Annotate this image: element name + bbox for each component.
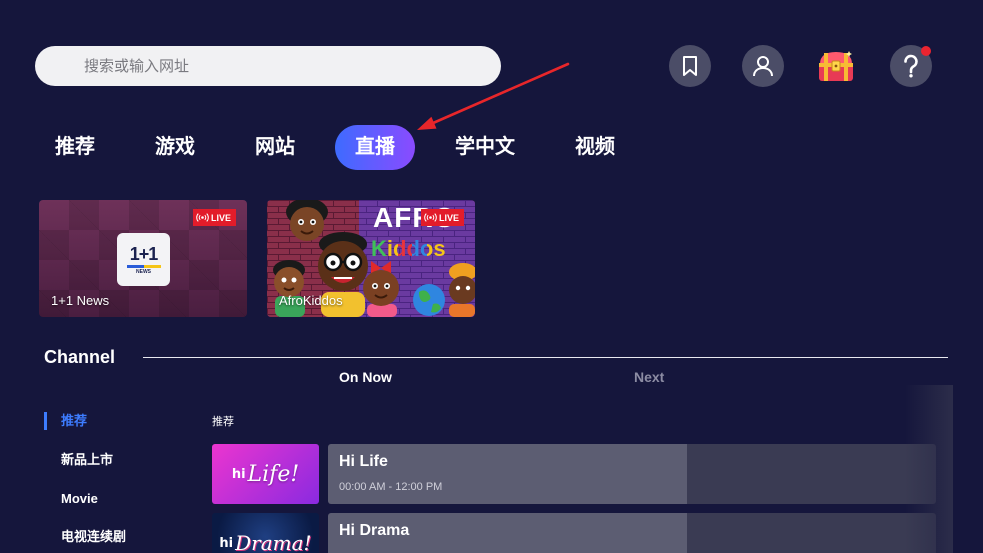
treasure-chest-icon[interactable] <box>816 49 856 83</box>
help-icon <box>904 54 918 78</box>
cartoon-kid <box>449 263 475 317</box>
live-badge-label: LIVE <box>211 212 232 223</box>
logo-prefix: hi <box>231 466 246 482</box>
broadcast-icon <box>424 213 437 222</box>
cartoon-kid <box>273 260 305 317</box>
program-title: Hi Drama <box>339 522 410 539</box>
section-label: 推荐 <box>212 416 234 428</box>
category-tabs: 推荐 游戏 网站 直播 学中文 视频 <box>35 125 635 170</box>
category-movie[interactable]: Movie <box>61 491 98 507</box>
category-tv-series[interactable]: 电视连续剧 <box>61 529 126 545</box>
next-program[interactable] <box>687 444 936 504</box>
logo-subtext: NEWS <box>136 268 151 275</box>
live-badge-label: LIVE <box>439 212 460 223</box>
app-screen: 推荐 游戏 网站 直播 学中文 视频 1+1 NEWS LIVE 1+1 New… <box>0 0 983 553</box>
program-title: Hi Life <box>339 453 388 470</box>
next-column-header: Next <box>634 369 665 385</box>
tab-live[interactable]: 直播 <box>335 125 415 170</box>
program-time: 00:00 AM - 12:00 PM <box>339 481 443 493</box>
live-card-afrokiddos[interactable]: AFRO Kiddos LIVE AfroKiddos <box>267 200 475 317</box>
bookmark-icon <box>683 56 697 76</box>
logo-name: Drama! <box>235 531 312 553</box>
scroll-fade <box>905 385 953 553</box>
category-new-arrivals[interactable]: 新品上市 <box>61 452 113 468</box>
logo-text: 1+1 <box>129 243 159 264</box>
tab-recommended[interactable]: 推荐 <box>35 125 115 170</box>
notification-dot <box>921 46 931 56</box>
bookmark-button[interactable] <box>669 45 711 87</box>
active-category-indicator <box>44 412 47 430</box>
category-recommended[interactable]: 推荐 <box>61 413 87 429</box>
live-badge: LIVE <box>421 209 464 226</box>
tab-websites[interactable]: 网站 <box>235 125 315 170</box>
afrokiddos-logo-bottom: Kiddos <box>371 236 446 261</box>
channel-row[interactable]: hi Drama! Hi Drama <box>212 513 936 553</box>
channel-row[interactable]: hi Life! Hi Life 00:00 AM - 12:00 PM <box>212 444 936 504</box>
1plus1-news-logo: 1+1 NEWS <box>117 233 170 286</box>
broadcast-icon <box>196 213 209 222</box>
card-title: 1+1 News <box>51 293 110 308</box>
next-program[interactable] <box>687 513 936 553</box>
user-icon <box>753 56 773 77</box>
on-now-column-header: On Now <box>339 369 392 385</box>
live-badge: LIVE <box>193 209 236 226</box>
tab-learn-chinese[interactable]: 学中文 <box>435 125 535 170</box>
divider <box>143 357 948 358</box>
on-now-program[interactable]: Hi Life 00:00 AM - 12:00 PM <box>328 444 687 504</box>
user-button[interactable] <box>742 45 784 87</box>
tab-videos[interactable]: 视频 <box>555 125 635 170</box>
search-input[interactable] <box>35 46 501 86</box>
channel-heading: Channel <box>44 347 116 367</box>
hi-drama-channel-logo[interactable]: hi Drama! <box>212 513 319 553</box>
search-bar[interactable] <box>35 46 501 86</box>
on-now-program[interactable]: Hi Drama <box>328 513 687 553</box>
logo-prefix: hi <box>219 535 234 551</box>
logo-stripe <box>126 264 161 268</box>
logo-name: Life! <box>247 461 300 487</box>
globe <box>413 284 445 316</box>
tab-games[interactable]: 游戏 <box>135 125 215 170</box>
live-card-1plus1-news[interactable]: 1+1 NEWS LIVE 1+1 News <box>39 200 247 317</box>
hi-life-channel-logo[interactable]: hi Life! <box>212 444 319 504</box>
card-title: AfroKiddos <box>279 293 343 308</box>
